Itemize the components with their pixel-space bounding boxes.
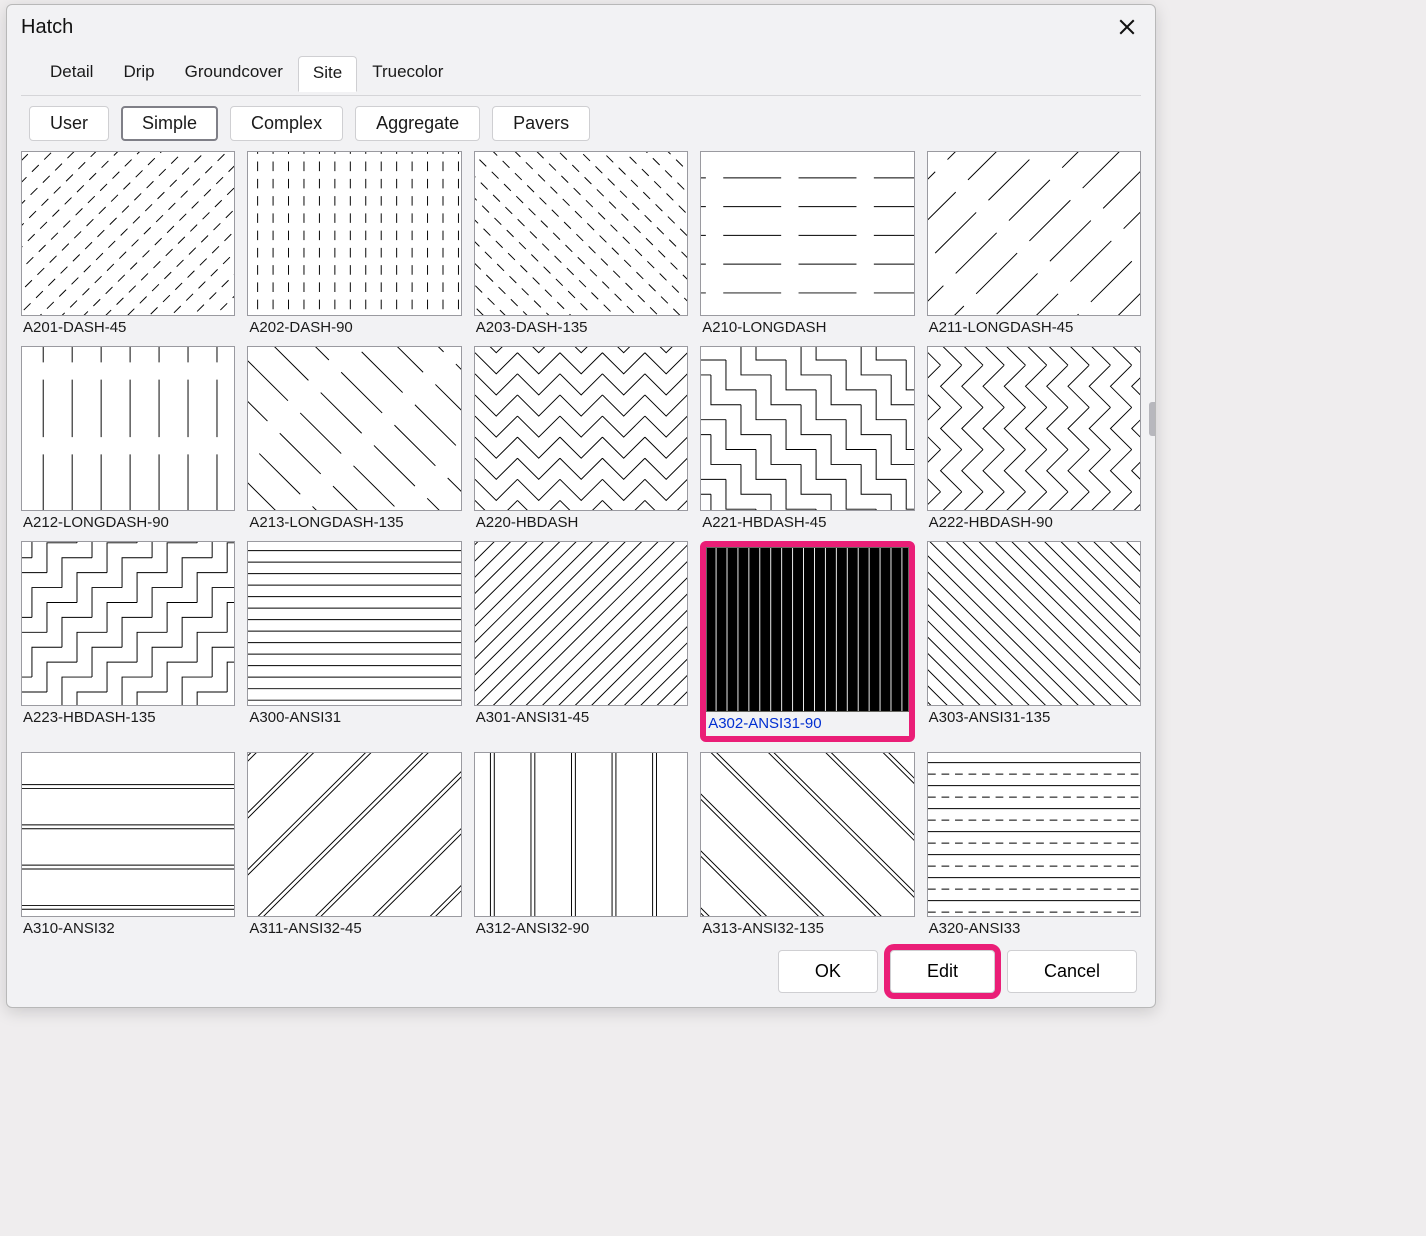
pattern-cell[interactable]: A221-HBDASH-45 xyxy=(700,346,914,531)
pattern-cell[interactable]: A211-LONGDASH-45 xyxy=(927,151,1141,336)
category-tab[interactable]: Truecolor xyxy=(357,55,458,91)
scrollbar-thumb[interactable] xyxy=(1149,402,1155,436)
pattern-label: A320-ANSI33 xyxy=(927,917,1141,937)
pattern-thumbnail xyxy=(927,752,1141,917)
pattern-thumbnail xyxy=(474,346,688,511)
pattern-label: A210-LONGDASH xyxy=(700,316,914,336)
pattern-thumbnail xyxy=(927,541,1141,706)
pattern-thumbnail xyxy=(700,346,914,511)
pattern-cell[interactable]: A202-DASH-90 xyxy=(247,151,461,336)
pattern-cell[interactable]: A223-HBDASH-135 xyxy=(21,541,235,742)
category-tab[interactable]: Drip xyxy=(108,55,169,91)
pattern-label: A313-ANSI32-135 xyxy=(700,917,914,937)
hatch-dialog: Hatch DetailDripGroundcoverSiteTruecolor… xyxy=(6,4,1156,1008)
filter-button[interactable]: User xyxy=(29,106,109,141)
pattern-label: A301-ANSI31-45 xyxy=(474,706,688,726)
pattern-thumbnail xyxy=(247,346,461,511)
pattern-cell[interactable]: A222-HBDASH-90 xyxy=(927,346,1141,531)
close-button[interactable] xyxy=(1109,9,1145,45)
pattern-cell[interactable]: A201-DASH-45 xyxy=(21,151,235,336)
pattern-label: A202-DASH-90 xyxy=(247,316,461,336)
category-tabs: DetailDripGroundcoverSiteTruecolor xyxy=(21,55,1141,96)
pattern-cell[interactable]: A313-ANSI32-135 xyxy=(700,752,914,937)
category-tab[interactable]: Groundcover xyxy=(170,55,298,91)
pattern-label: A221-HBDASH-45 xyxy=(700,511,914,531)
pattern-cell[interactable]: A312-ANSI32-90 xyxy=(474,752,688,937)
pattern-label: A303-ANSI31-135 xyxy=(927,706,1141,726)
pattern-label: A213-LONGDASH-135 xyxy=(247,511,461,531)
filter-button[interactable]: Simple xyxy=(121,106,218,141)
pattern-thumbnail xyxy=(706,547,908,712)
pattern-label: A220-HBDASH xyxy=(474,511,688,531)
pattern-cell[interactable]: A213-LONGDASH-135 xyxy=(247,346,461,531)
pattern-thumbnail xyxy=(247,151,461,316)
pattern-cell[interactable]: A301-ANSI31-45 xyxy=(474,541,688,742)
category-tab[interactable]: Detail xyxy=(35,55,108,91)
pattern-cell[interactable]: A220-HBDASH xyxy=(474,346,688,531)
pattern-label: A223-HBDASH-135 xyxy=(21,706,235,726)
pattern-grid: A201-DASH-45 A202-DASH-90 A203-DASH-135 A21… xyxy=(21,151,1141,937)
filter-button[interactable]: Pavers xyxy=(492,106,590,141)
pattern-thumbnail xyxy=(700,151,914,316)
pattern-cell[interactable]: A212-LONGDASH-90 xyxy=(21,346,235,531)
pattern-label: A311-ANSI32-45 xyxy=(247,917,461,937)
pattern-thumbnail xyxy=(927,346,1141,511)
pattern-label: A312-ANSI32-90 xyxy=(474,917,688,937)
pattern-cell[interactable]: A300-ANSI31 xyxy=(247,541,461,742)
pattern-label: A211-LONGDASH-45 xyxy=(927,316,1141,336)
ok-button[interactable]: OK xyxy=(778,950,878,993)
pattern-label: A222-HBDASH-90 xyxy=(927,511,1141,531)
category-tab[interactable]: Site xyxy=(298,56,357,92)
pattern-thumbnail xyxy=(21,151,235,316)
pattern-cell[interactable]: A203-DASH-135 xyxy=(474,151,688,336)
pattern-thumbnail xyxy=(700,752,914,917)
close-icon xyxy=(1118,18,1136,36)
pattern-thumbnail xyxy=(247,752,461,917)
edit-button[interactable]: Edit xyxy=(890,950,995,993)
pattern-cell[interactable]: A302-ANSI31-90 xyxy=(700,541,914,742)
pattern-cell[interactable]: A320-ANSI33 xyxy=(927,752,1141,937)
pattern-label: A203-DASH-135 xyxy=(474,316,688,336)
pattern-cell[interactable]: A303-ANSI31-135 xyxy=(927,541,1141,742)
filter-row: User Simple Complex Aggregate Pavers xyxy=(7,96,1155,147)
cancel-button[interactable]: Cancel xyxy=(1007,950,1137,993)
pattern-cell[interactable]: A210-LONGDASH xyxy=(700,151,914,336)
pattern-thumbnail xyxy=(247,541,461,706)
pattern-label: A212-LONGDASH-90 xyxy=(21,511,235,531)
pattern-thumbnail xyxy=(927,151,1141,316)
pattern-label: A310-ANSI32 xyxy=(21,917,235,937)
pattern-thumbnail xyxy=(21,346,235,511)
filter-button[interactable]: Complex xyxy=(230,106,343,141)
pattern-thumbnail xyxy=(21,541,235,706)
pattern-thumbnail xyxy=(474,541,688,706)
pattern-cell[interactable]: A310-ANSI32 xyxy=(21,752,235,937)
filter-button[interactable]: Aggregate xyxy=(355,106,480,141)
pattern-thumbnail xyxy=(474,752,688,917)
pattern-label: A302-ANSI31-90 xyxy=(706,712,908,732)
dialog-title: Hatch xyxy=(21,16,73,39)
pattern-label: A300-ANSI31 xyxy=(247,706,461,726)
pattern-thumbnail xyxy=(474,151,688,316)
pattern-label: A201-DASH-45 xyxy=(21,316,235,336)
pattern-cell[interactable]: A311-ANSI32-45 xyxy=(247,752,461,937)
pattern-thumbnail xyxy=(21,752,235,917)
